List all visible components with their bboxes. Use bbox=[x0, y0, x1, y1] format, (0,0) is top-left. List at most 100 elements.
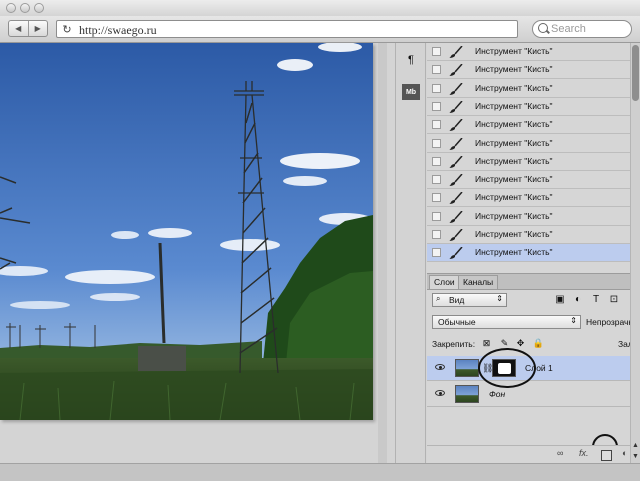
url-text[interactable]: http://swaego.ru bbox=[79, 23, 157, 38]
history-item[interactable]: Инструмент "Кисть" bbox=[427, 61, 630, 80]
history-item-label: Инструмент "Кисть" bbox=[475, 210, 553, 221]
history-snapshot-checkbox[interactable] bbox=[432, 138, 441, 148]
history-item[interactable]: Инструмент "Кисть" bbox=[427, 189, 630, 208]
image-filter-icon[interactable]: ▣ bbox=[554, 294, 566, 305]
lock-label: Закрепить: bbox=[432, 339, 476, 349]
adjustment-layer-icon[interactable]: ◐ bbox=[622, 448, 627, 458]
blend-mode-value: Обычные bbox=[438, 317, 476, 327]
history-item[interactable]: Инструмент "Кисть" bbox=[427, 79, 630, 98]
history-item[interactable]: Инструмент "Кисть" bbox=[427, 134, 630, 153]
back-arrow-icon: ◀ bbox=[15, 24, 22, 33]
history-item-label: Инструмент "Кисть" bbox=[475, 82, 553, 93]
scrollbar-thumb[interactable] bbox=[632, 45, 639, 101]
reload-icon[interactable]: ↻ bbox=[60, 22, 74, 36]
history-item-label: Инструмент "Кисть" bbox=[475, 247, 553, 258]
history-snapshot-checkbox[interactable] bbox=[432, 230, 441, 239]
history-item-label: Инструмент "Кисть" bbox=[475, 137, 553, 148]
history-item[interactable]: Инструмент "Кисть" bbox=[427, 116, 630, 135]
history-snapshot-checkbox[interactable] bbox=[432, 175, 441, 185]
nav-buttons: ◀ ▶ bbox=[8, 20, 48, 37]
layer-thumbnail bbox=[455, 359, 479, 377]
mb-icon[interactable]: Mb bbox=[402, 84, 420, 100]
lock-transparent-icon[interactable]: ⊠ bbox=[481, 338, 492, 349]
brush-icon bbox=[449, 210, 463, 223]
canvas-margin bbox=[378, 43, 387, 463]
layer-thumbnail bbox=[455, 385, 479, 403]
paragraph-icon[interactable]: ¶ bbox=[402, 52, 420, 68]
brush-icon bbox=[449, 191, 463, 205]
layers-tabbar: Слои Каналы bbox=[427, 273, 630, 290]
forward-arrow-icon: ▶ bbox=[34, 24, 41, 33]
lock-all-icon[interactable]: 🔒 bbox=[533, 338, 544, 349]
brush-icon bbox=[449, 228, 463, 241]
address-bar[interactable]: ↻ http://swaego.ru bbox=[56, 20, 518, 38]
brush-icon bbox=[449, 63, 463, 77]
history-item-label: Инструмент "Кисть" bbox=[475, 46, 553, 56]
link-layers-icon[interactable]: ∞ bbox=[557, 448, 563, 458]
history-item[interactable]: Инструмент "Кисть" bbox=[427, 226, 630, 244]
layer-row-fon[interactable]: Фон bbox=[427, 382, 630, 407]
history-item-label: Инструмент "Кисть" bbox=[475, 155, 553, 166]
history-item-label: Инструмент "Кисть" bbox=[475, 64, 553, 75]
history-snapshot-checkbox[interactable] bbox=[432, 120, 441, 130]
brush-icon bbox=[449, 246, 463, 260]
forward-button[interactable]: ▶ bbox=[27, 21, 48, 36]
history-snapshot-checkbox[interactable] bbox=[432, 156, 441, 166]
filter-value: Вид bbox=[449, 295, 465, 305]
lock-position-icon[interactable]: ✥ bbox=[515, 338, 526, 349]
chevron-updown-icon: ⇕ bbox=[496, 294, 503, 303]
panel-scrollbar[interactable]: ▲ ▼ bbox=[630, 43, 640, 480]
visibility-eye-icon[interactable] bbox=[435, 390, 445, 396]
history-item[interactable]: Инструмент "Кисть" bbox=[427, 207, 630, 226]
brush-icon bbox=[449, 82, 463, 95]
history-snapshot-checkbox[interactable] bbox=[432, 248, 441, 258]
add-mask-icon[interactable] bbox=[601, 450, 612, 461]
layers-bottom-bar: ∞ fx. ◐ bbox=[427, 445, 630, 464]
visibility-eye-icon[interactable] bbox=[435, 364, 445, 370]
panel-icon-strip: ¶ Mb bbox=[395, 43, 426, 463]
blend-mode-select[interactable]: Обычные ⇕ bbox=[432, 315, 581, 329]
adjustment-filter-icon[interactable]: ◐ bbox=[572, 294, 584, 305]
layer-name: Фон bbox=[489, 389, 506, 399]
minimize-window-button[interactable] bbox=[20, 3, 30, 13]
history-item[interactable]: Инструмент "Кисть" bbox=[427, 244, 630, 263]
history-snapshot-checkbox[interactable] bbox=[432, 47, 441, 56]
opacity-label: Непрозрачн bbox=[586, 317, 634, 327]
brush-icon bbox=[449, 155, 463, 168]
history-item[interactable]: Инструмент "Кисть" bbox=[427, 171, 630, 190]
history-item-label: Инструмент "Кисть" bbox=[475, 174, 553, 185]
search-field[interactable]: Search bbox=[532, 20, 632, 38]
annotation-circle-mask bbox=[478, 348, 536, 388]
history-snapshot-checkbox[interactable] bbox=[432, 193, 441, 203]
landscape-photo bbox=[0, 43, 373, 420]
scroll-up-icon[interactable]: ▲ bbox=[632, 442, 639, 449]
history-snapshot-checkbox[interactable] bbox=[432, 83, 441, 93]
filter-search-icon: ⌕ bbox=[436, 294, 441, 303]
type-filter-icon[interactable]: T bbox=[590, 294, 602, 305]
close-window-button[interactable] bbox=[6, 3, 16, 13]
history-item[interactable]: Инструмент "Кисть" bbox=[427, 97, 630, 116]
layer-filter-select[interactable]: ⌕ Вид ⇕ bbox=[432, 293, 507, 307]
zoom-window-button[interactable] bbox=[34, 3, 44, 13]
history-item[interactable]: Инструмент "Кисть" bbox=[427, 152, 630, 171]
history-item-label: Инструмент "Кисть" bbox=[475, 192, 553, 203]
history-snapshot-checkbox[interactable] bbox=[432, 211, 441, 221]
fx-button[interactable]: fx. bbox=[579, 448, 589, 458]
brush-icon bbox=[449, 100, 463, 113]
history-snapshot-checkbox[interactable] bbox=[432, 65, 441, 75]
history-item-label: Инструмент "Кисть" bbox=[475, 229, 553, 239]
tab-layers[interactable]: Слои bbox=[429, 275, 460, 289]
back-button[interactable]: ◀ bbox=[9, 21, 28, 36]
page-content: ¶ Mb Инструмент "Кисть" Инструмент "Кисть… bbox=[0, 43, 640, 481]
scroll-down-icon[interactable]: ▼ bbox=[632, 453, 639, 460]
history-item[interactable]: Инструмент "Кисть" bbox=[427, 43, 630, 61]
search-placeholder: Search bbox=[551, 23, 586, 35]
history-snapshot-checkbox[interactable] bbox=[432, 101, 441, 111]
tower-photo-image bbox=[0, 43, 373, 420]
brush-icon bbox=[449, 45, 463, 58]
window-titlebar bbox=[0, 0, 640, 17]
browser-toolbar: ◀ ▶ ↻ http://swaego.ru Search bbox=[0, 16, 640, 43]
tab-channels[interactable]: Каналы bbox=[458, 275, 499, 289]
shape-filter-icon[interactable]: ⊡ bbox=[608, 294, 620, 305]
brush-icon bbox=[449, 118, 463, 132]
